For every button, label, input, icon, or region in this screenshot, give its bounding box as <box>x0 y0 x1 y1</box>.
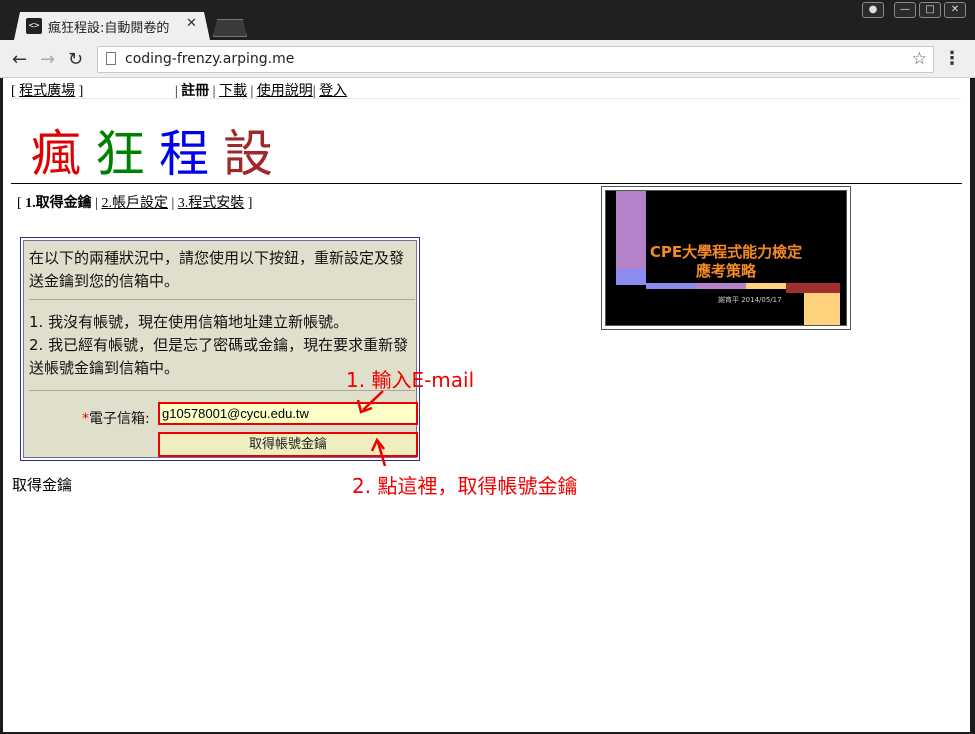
email-label: *電子信箱: <box>82 408 150 428</box>
nav-link-square[interactable]: 程式廣場 <box>19 84 75 99</box>
email-label-text: 電子信箱: <box>89 411 150 427</box>
browser-toolbar: ← → ↻ coding-frenzy.arping.me ☆ ⋮ <box>0 40 975 78</box>
step-nav: [ 1.取得金鑰 | 2.帳戶設定 | 3.程式安裝 ] <box>17 196 253 211</box>
thumbnail-line1: CPE大學程式能力檢定 <box>649 243 803 261</box>
tab-title: 瘋狂程設:自動閱卷的 <box>48 21 170 36</box>
nav-current-register: 註冊 <box>181 83 210 99</box>
user-profile-icon[interactable]: ● <box>862 2 884 18</box>
star-icon[interactable]: ☆ <box>912 49 927 69</box>
reload-icon[interactable]: ↻ <box>68 49 83 70</box>
reset-key-panel: 在以下的兩種狀況中，請您使用以下按鈕，重新設定及發送金鑰到您的信箱中。 1. 我… <box>20 237 420 461</box>
step-link-install[interactable]: 3.程式安裝 <box>178 196 245 211</box>
url-text: coding-frenzy.arping.me <box>125 51 295 67</box>
address-bar[interactable]: coding-frenzy.arping.me ☆ <box>97 46 934 73</box>
nav-link-download[interactable]: 下載 <box>219 84 247 99</box>
minimize-icon[interactable]: — <box>894 2 916 18</box>
panel-case1: 1. 我沒有帳號，現在使用信箱地址建立新帳號。 <box>29 313 349 331</box>
annotation-step2: 2. 點這裡，取得帳號金鑰 <box>352 474 578 498</box>
step-current: 1.取得金鑰 <box>25 196 92 211</box>
top-nav: [ 程式廣場 ] | 註冊 | 下載 | 使用說明| 登入 <box>11 83 348 99</box>
forward-icon[interactable]: → <box>40 49 55 70</box>
logo-char: 瘋 <box>31 125 95 183</box>
thumbnail-title: CPE大學程式能力檢定 應考策略 <box>606 243 846 281</box>
video-thumbnail[interactable]: CPE大學程式能力檢定 應考策略 謝育平 2014/05/17 <box>601 186 851 330</box>
page-icon <box>106 52 116 65</box>
required-mark: * <box>82 411 89 427</box>
window-close-icon[interactable]: ✕ <box>944 2 966 18</box>
new-tab-button[interactable] <box>213 19 247 37</box>
site-logo: 瘋狂程設 <box>31 114 287 186</box>
browser-tab[interactable]: <> 瘋狂程設:自動閱卷的 ✕ <box>14 12 210 40</box>
nav-link-login[interactable]: 登入 <box>319 84 347 99</box>
logo-char: 設 <box>223 125 287 183</box>
maximize-icon[interactable]: □ <box>919 2 941 18</box>
page-viewport: [ 程式廣場 ] | 註冊 | 下載 | 使用說明| 登入 瘋狂程設 [ 1.取… <box>3 78 970 732</box>
code-favicon-icon: <> <box>26 18 42 34</box>
email-field[interactable]: g10578001@cycu.edu.tw <box>158 402 418 425</box>
thumbnail-image[interactable]: CPE大學程式能力檢定 應考策略 謝育平 2014/05/17 <box>605 190 847 326</box>
panel-body: 在以下的兩種狀況中，請您使用以下按鈕，重新設定及發送金鑰到您的信箱中。 1. 我… <box>23 240 418 458</box>
divider <box>29 299 415 300</box>
annotation-step1: 1. 輸入E-mail <box>346 368 475 392</box>
nav-link-manual[interactable]: 使用說明 <box>257 84 313 99</box>
step-link-account[interactable]: 2.帳戶設定 <box>101 196 168 211</box>
close-icon[interactable]: ✕ <box>186 16 197 31</box>
divider <box>11 183 962 184</box>
back-icon[interactable]: ← <box>12 49 27 70</box>
browser-titlebar: <> 瘋狂程設:自動閱卷的 ✕ ● — □ ✕ <box>0 0 975 40</box>
thumbnail-byline: 謝育平 2014/05/17 <box>718 296 782 304</box>
menu-icon[interactable]: ⋮ <box>943 48 961 69</box>
footer-status: 取得金鑰 <box>12 476 73 494</box>
divider <box>11 98 961 99</box>
logo-char: 狂 <box>95 125 159 183</box>
thumbnail-line2: 應考策略 <box>695 262 756 280</box>
get-key-button[interactable]: 取得帳號金鑰 <box>158 432 418 457</box>
logo-char: 程 <box>159 125 223 183</box>
panel-intro: 在以下的兩種狀況中，請您使用以下按鈕，重新設定及發送金鑰到您的信箱中。 <box>29 249 405 290</box>
